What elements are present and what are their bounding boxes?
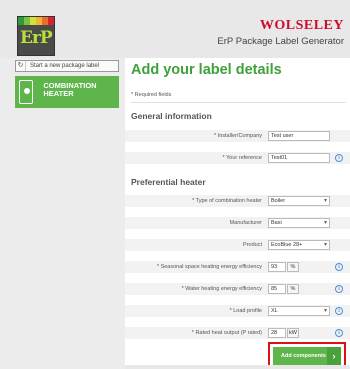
required-note-text: Required fields	[134, 92, 172, 98]
info-icon[interactable]: i	[335, 329, 343, 337]
required-star: *	[131, 92, 134, 98]
refresh-icon: ↻	[16, 61, 26, 71]
erp-logo: ErP	[17, 16, 55, 56]
heat-output-input[interactable]: 28	[268, 328, 286, 338]
main-panel: Add your label details * Required fields…	[125, 58, 350, 369]
header: ErP WOLSELEY ErP Package Label Generator	[0, 0, 350, 58]
info-icon[interactable]: i	[335, 307, 343, 315]
kw-unit: kW	[287, 328, 299, 338]
row-reference: * Your reference Test01 i	[125, 152, 350, 164]
start-new-label-text: Start a new package label	[30, 63, 100, 69]
sidebar-item-combination-heater[interactable]: COMBINATION HEATER	[15, 76, 119, 108]
row-manufacturer: Manufacturer Baxi	[125, 217, 350, 229]
heat-output-label: * Rated heat output (P rated)	[191, 330, 262, 336]
divider	[131, 102, 346, 103]
manufacturer-select[interactable]: Baxi	[268, 218, 330, 228]
row-heat-output: * Rated heat output (P rated) 28 kW i	[125, 327, 350, 339]
logo-color-bar	[48, 17, 54, 25]
installer-input[interactable]: Test user	[268, 131, 330, 141]
manufacturer-label: Manufacturer	[229, 220, 262, 226]
space-heating-label: * Seasonal space heating energy efficien…	[156, 264, 262, 270]
sidebar: ↻ Start a new package label COMBINATION …	[0, 58, 125, 369]
water-heating-label: * Water heating energy efficiency	[181, 286, 262, 292]
info-icon[interactable]: i	[335, 285, 343, 293]
page-title: Add your label details	[131, 62, 282, 78]
logo-color-bars	[18, 17, 54, 25]
combination-type-label: * Type of combination heater	[192, 198, 262, 204]
section-preferential-heater: Preferential heater	[131, 177, 206, 187]
start-new-label-button[interactable]: ↻ Start a new package label	[15, 60, 119, 72]
chevron-right-icon: ›	[327, 347, 341, 365]
brand-name: WOLSELEY	[259, 18, 344, 33]
required-note: * Required fields	[131, 92, 171, 98]
product-label: Product	[243, 242, 262, 248]
app-title: ErP Package Label Generator	[217, 36, 344, 47]
reference-input[interactable]: Test01	[268, 153, 330, 163]
load-profile-select[interactable]: XL	[268, 306, 330, 316]
combination-type-select[interactable]: Boiler	[268, 196, 330, 206]
row-installer: * Installer/Company Test user	[125, 130, 350, 142]
info-icon[interactable]: i	[335, 154, 343, 162]
section-general-info: General information	[131, 111, 212, 121]
logo-text: ErP	[20, 28, 53, 48]
boiler-icon	[19, 80, 34, 104]
load-profile-label: * Load profile	[229, 308, 262, 314]
water-heating-input[interactable]: 85	[268, 284, 286, 294]
row-product: Product EcoBlue 28+	[125, 239, 350, 251]
row-water-heating: * Water heating energy efficiency 85 % i	[125, 283, 350, 295]
info-icon[interactable]: i	[335, 263, 343, 271]
product-select[interactable]: EcoBlue 28+	[268, 240, 330, 250]
row-combination-type: * Type of combination heater Boiler	[125, 195, 350, 207]
bottom-bar	[125, 365, 350, 369]
space-heating-input[interactable]: 93	[268, 262, 286, 272]
percent-unit: %	[287, 262, 299, 272]
sidebar-item-label: COMBINATION HEATER	[43, 81, 97, 98]
row-space-heating: * Seasonal space heating energy efficien…	[125, 261, 350, 273]
percent-unit: %	[287, 284, 299, 294]
add-components-label: Add components	[281, 353, 326, 359]
row-load-profile: * Load profile XL i	[125, 305, 350, 317]
installer-label: * Installer/Company	[214, 133, 262, 139]
add-components-button[interactable]: Add components ›	[273, 347, 341, 365]
reference-label: * Your reference	[222, 155, 262, 161]
